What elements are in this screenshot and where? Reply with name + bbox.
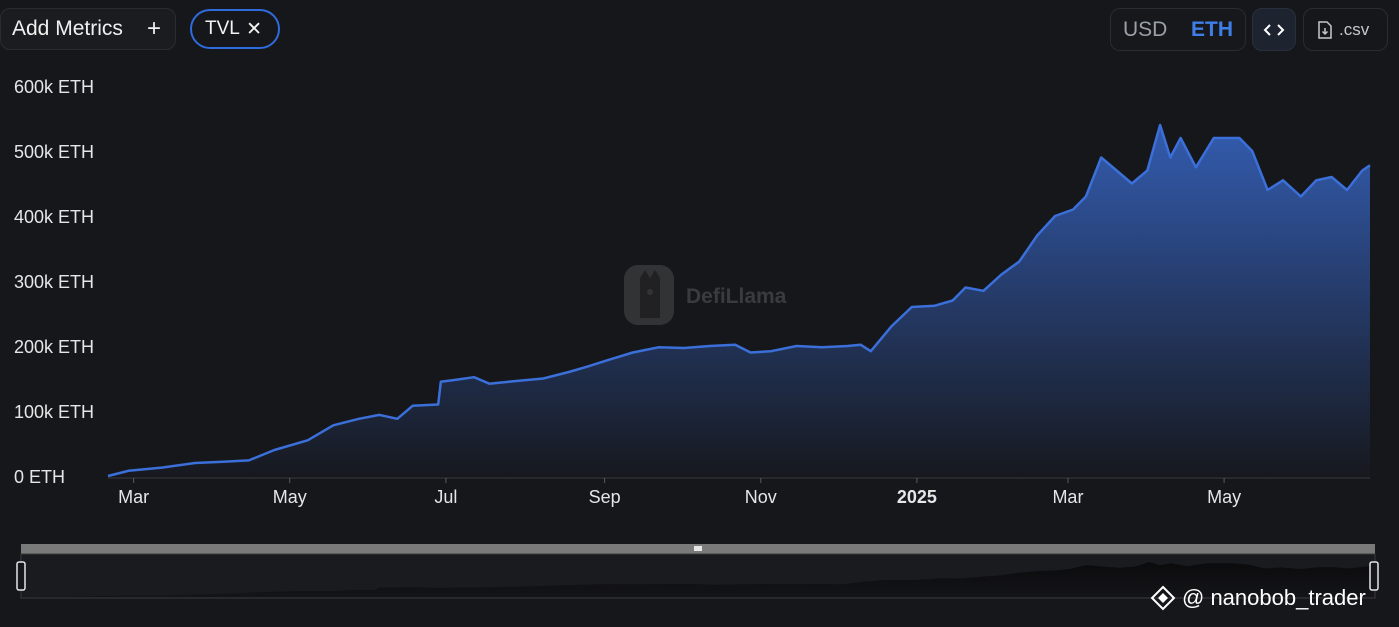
slider-left-handle[interactable] [16,561,26,591]
x-axis: Mar May Jul Sep Nov 2025 Mar May [108,477,1370,507]
diamond-icon [1150,585,1176,611]
x-tick-label: 2025 [897,487,937,507]
x-tick-label: May [1207,487,1241,507]
y-tick-label: 600k ETH [14,77,94,97]
y-tick-label: 0 ETH [14,467,65,487]
x-tick-label: Mar [118,487,149,507]
x-tick-label: Sep [589,487,621,507]
y-tick-label: 200k ETH [14,337,94,357]
y-tick-label: 100k ETH [14,402,94,422]
x-tick-label: Jul [434,487,457,507]
defillama-logo-text: DefiLlama [686,285,787,308]
y-tick-label: 400k ETH [14,207,94,227]
y-tick-label: 500k ETH [14,142,94,162]
y-axis: 0 ETH 100k ETH 200k ETH 300k ETH 400k ETH 500… [14,77,94,487]
y-tick-label: 300k ETH [14,272,94,292]
slider-grip-icon[interactable] [694,546,702,551]
watermark-text: @ nanobob_trader [1182,585,1366,610]
slider-right-handle[interactable] [1369,561,1379,591]
defillama-logo: DefiLlama [624,265,787,325]
x-tick-label: May [273,487,307,507]
tvl-chart: DefiLlama 0 ETH 100k ETH 200k ETH 300k ETH 4… [14,77,1379,599]
x-tick-label: Mar [1052,487,1083,507]
watermark: @ nanobob_trader [1150,585,1366,611]
x-tick-label: Nov [745,487,777,507]
